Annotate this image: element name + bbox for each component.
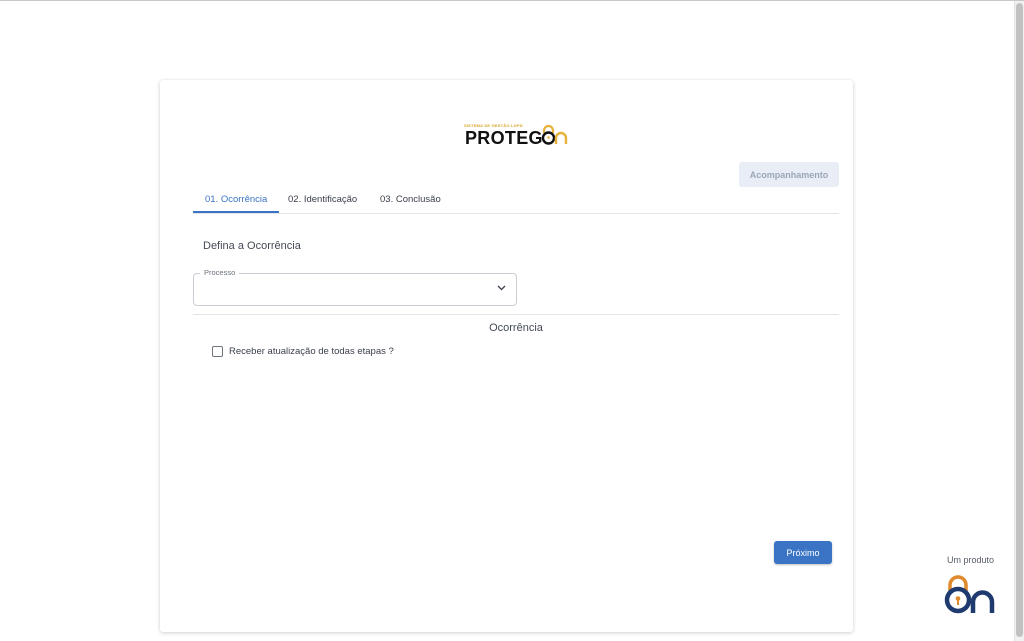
subsection-title: Ocorrência	[489, 322, 543, 334]
updates-checkbox-label[interactable]: Receber atualização de todas etapas ?	[229, 346, 394, 357]
page-scrollbar[interactable]	[1014, 1, 1024, 641]
protegon-logo: SISTEMA DE GESTÃO LGPD PROTEG	[464, 121, 568, 148]
scrollbar-thumb[interactable]	[1016, 3, 1023, 637]
process-select-label: Processo	[200, 268, 240, 277]
tracking-button[interactable]: Acompanhamento	[739, 162, 839, 187]
logo-brand-name: PROTEG	[465, 128, 543, 148]
section-title: Defina a Ocorrência	[203, 240, 301, 252]
step-tabs: 01. Ocorrência 02. Identificação 03. Con…	[193, 188, 839, 214]
next-button[interactable]: Próximo	[774, 541, 832, 564]
tab-identificacao[interactable]: 02. Identificação	[276, 188, 369, 212]
on-lock-icon	[541, 124, 568, 145]
footer-brand: Um produto	[940, 555, 1004, 617]
tab-ocorrencia[interactable]: 01. Ocorrência	[193, 188, 280, 213]
process-select[interactable]: Processo	[193, 268, 517, 306]
section-divider	[193, 314, 839, 315]
footer-caption: Um produto	[947, 555, 995, 565]
tab-conclusao[interactable]: 03. Conclusão	[368, 188, 453, 212]
on-lock-icon	[944, 575, 995, 614]
chevron-down-icon[interactable]	[497, 285, 506, 291]
updates-checkbox[interactable]	[212, 346, 223, 357]
form-card: SISTEMA DE GESTÃO LGPD PROTEG Acompanham…	[160, 80, 853, 632]
